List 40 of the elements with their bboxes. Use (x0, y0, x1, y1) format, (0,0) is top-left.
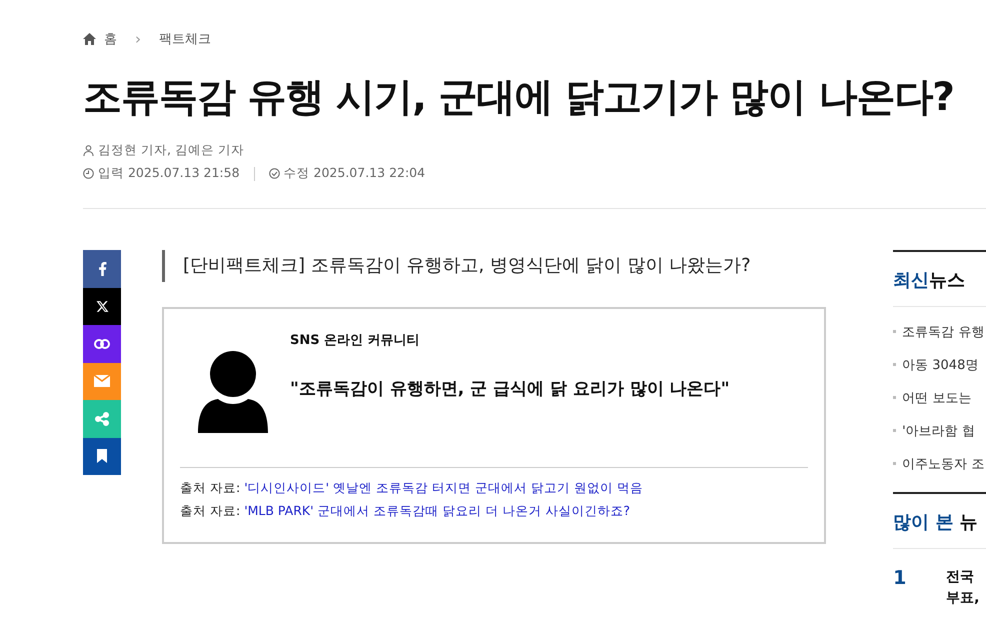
most-viewed-heading: 뉴 (960, 511, 978, 534)
claim-quote: "조류독감이 유행하면, 군 급식에 닭 요리가 많이 나온다" (290, 378, 730, 400)
headline: 조류독감 유행 시기, 군대에 닭고기가 많이 나온다? (83, 74, 955, 122)
x-logo-icon (96, 300, 108, 313)
reference-link[interactable]: 'MLB PARK' 군대에서 조류독감때 닭요리 더 나온거 사실이긴하죠? (244, 503, 630, 520)
share-button[interactable] (83, 438, 121, 475)
claim-source: SNS 온라인 커뮤니티 (290, 332, 421, 349)
share-button[interactable] (83, 250, 121, 288)
reference-label: 출처 자료: (180, 480, 240, 497)
mail-icon (94, 375, 110, 388)
section-link[interactable]: 팩트체크 (159, 30, 211, 48)
article-subtitle: [단비팩트체크] 조류독감이 유행하고, 병영식단에 닭이 많이 나왔는가? (162, 250, 826, 282)
most-viewed-link[interactable]: 전국 부표, (946, 567, 980, 609)
home-link[interactable]: 홈 (104, 30, 117, 48)
facebook-icon (98, 262, 106, 276)
latest-news-heading-accent: 최신 (893, 269, 930, 292)
clock-icon (83, 168, 94, 179)
check-circle-icon (268, 168, 280, 179)
share-button[interactable] (83, 288, 121, 325)
byline: 김정현 기자, 김예은 기자 (98, 142, 244, 159)
reference-link[interactable]: '디시인사이드' 옛날엔 조류독감 터지면 군대에서 닭고기 원없이 먹음 (244, 480, 643, 497)
reference-label: 출처 자료: (180, 503, 240, 520)
published-date: 입력 2025.07.13 21:58 (98, 165, 240, 182)
most-viewed-heading-accent: 많이 본 (893, 511, 954, 534)
bookmark-icon (97, 449, 107, 464)
news-link[interactable]: 조류독감 유행 (893, 315, 986, 348)
share-icon (95, 412, 109, 426)
link-icon (94, 338, 110, 349)
person-icon (83, 145, 94, 156)
news-link[interactable]: '아브라함 협 (893, 414, 986, 447)
share-button[interactable] (83, 325, 121, 362)
updated-date: 수정 2025.07.13 22:04 (284, 165, 426, 182)
home-icon (83, 33, 96, 45)
news-link[interactable]: 이주노동자 조 (893, 447, 986, 480)
breadcrumb-separator: › (135, 30, 141, 48)
latest-news-heading: 뉴스 (929, 269, 966, 292)
rank-number: 1 (893, 567, 908, 591)
news-link[interactable]: 어떤 보도는 (893, 381, 986, 414)
person-silhouette-icon (198, 351, 268, 433)
news-link[interactable]: 아동 3048명 (893, 348, 986, 381)
